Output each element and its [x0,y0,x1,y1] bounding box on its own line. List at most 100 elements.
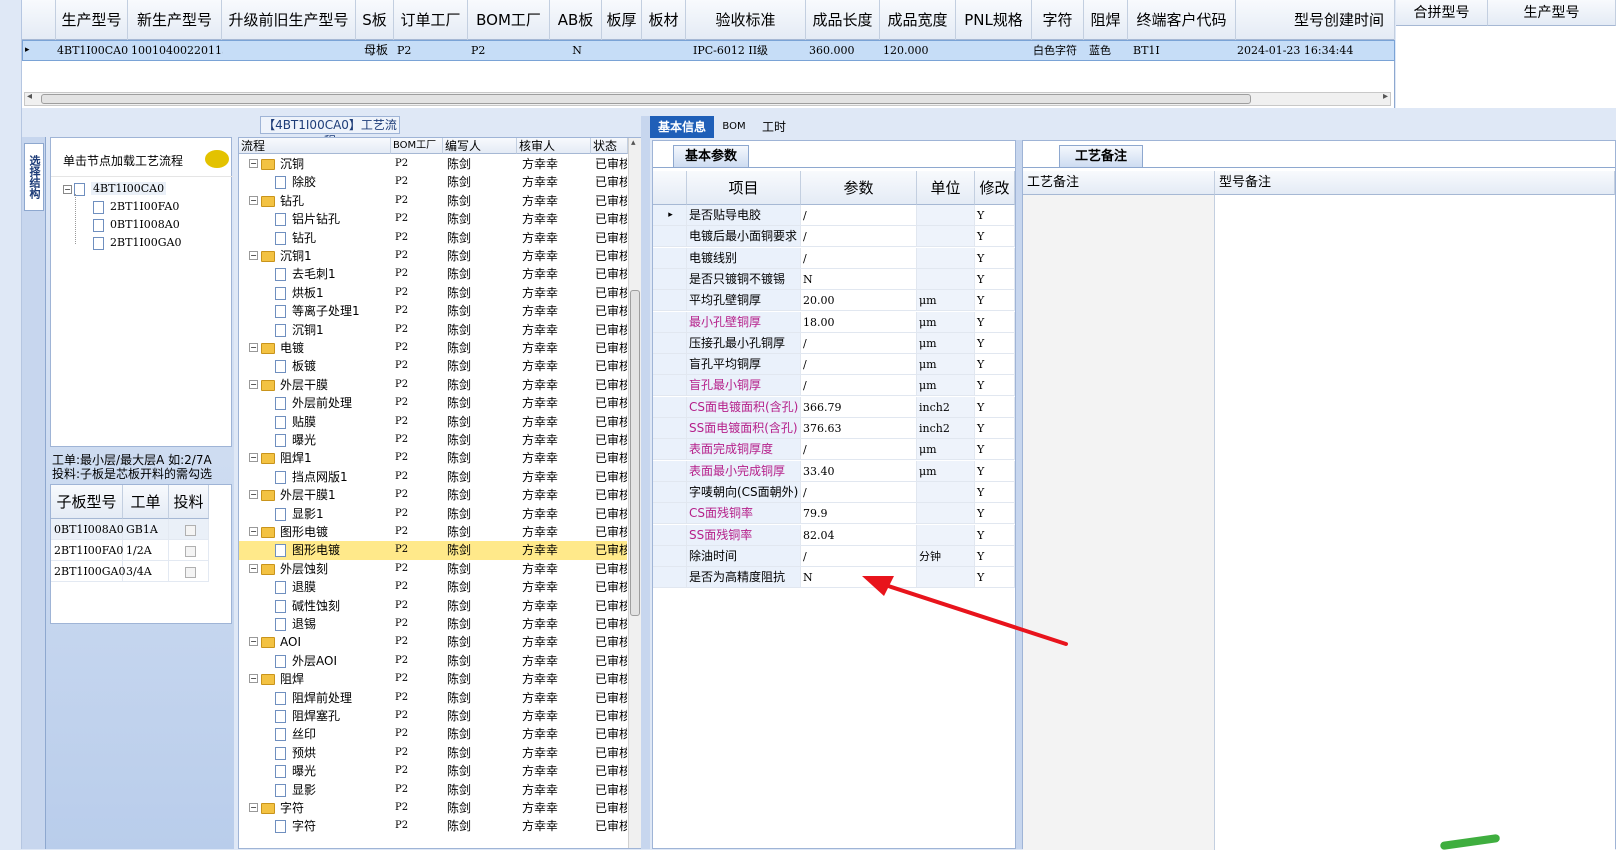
process-row[interactable]: 曝光 P2 陈剑 方幸幸 已审核 [239,762,627,780]
cell-pnl[interactable] [957,41,1033,60]
param-value[interactable]: 18.00 [801,311,917,333]
param-modify[interactable]: Y [975,503,1015,525]
scrollbar-thumb[interactable] [41,94,1251,104]
tree-node-child[interactable]: 2BT1I00GA0 [93,236,182,250]
process-grid[interactable]: 流程 BOM工厂 编写人 核审人 状态 沉铜 P2 陈剑 方幸幸 已审核 − 除胶 P2 陈剑方… [238,137,641,849]
process-row[interactable]: 去毛刺1 P2 陈剑 方幸幸 已审核 [239,265,627,283]
col-pnl[interactable]: PNL规格 [956,0,1032,40]
collapse-icon[interactable]: − [249,674,258,684]
checkbox[interactable] [184,545,196,557]
param-modify[interactable]: Y [975,247,1015,269]
param-row[interactable]: CS面电镀面积(含孔) 366.79 inch2 Y [653,396,1015,418]
tab-hours[interactable]: 工时 [754,116,794,138]
col-bom-factory[interactable]: BOM工厂 [391,138,443,154]
process-row[interactable]: 钻孔 P2 陈剑 方幸幸 已审核 − [239,192,627,210]
tab-basic-info[interactable]: 基本信息 [650,116,714,138]
col-customer[interactable]: 终端客户代码 [1128,0,1236,40]
process-row[interactable]: 挡点网版1 P2 陈剑 方幸幸 已审核 [239,468,627,486]
cell-bom-factory[interactable]: P2 [471,41,551,60]
process-row[interactable]: 贴膜 P2 陈剑 方幸幸 已审核 [239,413,627,431]
process-row[interactable]: 丝印 P2 陈剑 方幸幸 已审核 [239,725,627,743]
param-modify[interactable]: Y [975,226,1015,248]
cell-mask[interactable]: 蓝色 [1089,41,1129,60]
col-width[interactable]: 成品宽度 [880,0,956,40]
scroll-right-icon[interactable]: ▸ [1383,91,1388,102]
param-row[interactable]: 电镀后最小面铜要求 / Y [653,226,1015,248]
col-bom-factory[interactable]: BOM工厂 [468,0,550,40]
collapse-icon[interactable]: − [249,527,258,536]
collapse-icon[interactable]: − [249,490,258,500]
param-row[interactable]: 盲孔最小铜厚 / μm Y [653,375,1015,397]
col-merge-model[interactable]: 合拼型号 [1396,0,1488,26]
param-value[interactable]: 33.40 [801,460,917,482]
col-process-note[interactable]: 工艺备注 [1023,171,1215,195]
process-row[interactable]: 退锡 P2 陈剑 方幸幸 已审核 [239,615,627,633]
scroll-left-icon[interactable]: ◂ [27,91,32,102]
process-row[interactable]: 除胶 P2 陈剑 方幸幸 已审核 [239,173,627,191]
cell-thickness[interactable] [603,41,643,60]
col-modify[interactable]: 修改 [975,171,1015,205]
param-value[interactable]: 20.00 [801,290,917,312]
col-writer[interactable]: 编写人 [443,138,517,154]
process-row[interactable]: 铝片钻孔 P2 陈剑 方幸幸 已审核 [239,210,627,228]
param-value[interactable]: / [801,332,917,354]
param-modify[interactable]: Y [975,375,1015,397]
process-row[interactable]: AOI P2 陈剑 方幸幸 已审核 − [239,633,627,651]
param-value[interactable]: N [801,268,917,290]
col-created[interactable]: 型号创建时间 [1236,0,1395,40]
scroll-up-icon[interactable]: ▴ [631,138,636,148]
sub-row-feed[interactable] [169,540,209,561]
col-prod-no[interactable]: 生产型号 [56,0,128,40]
param-value[interactable]: 366.79 [801,396,917,418]
param-modify[interactable]: Y [975,481,1015,503]
col-model-note[interactable]: 型号备注 [1215,171,1615,195]
param-modify[interactable]: Y [975,311,1015,333]
col-ab[interactable]: AB板 [550,0,602,40]
col-sub-model[interactable]: 子板型号 [51,485,123,519]
cell-standard[interactable]: IPC-6012 II级 [693,41,807,60]
collapse-icon[interactable]: − [249,343,258,352]
param-row[interactable]: 电镀线别 / Y [653,247,1015,269]
sub-row-model[interactable]: 0BT1I008A0 [51,519,124,540]
col-item[interactable]: 项目 [687,171,801,205]
param-row[interactable]: CS面残铜率 79.9 Y [653,503,1015,525]
param-value[interactable]: / [801,481,917,503]
col-standard[interactable]: 验收标准 [686,0,806,40]
col-material[interactable]: 板材 [642,0,686,40]
col-flow[interactable]: 流程 [239,138,391,154]
tree-node-child[interactable]: 2BT1I00FA0 [93,200,179,214]
param-value[interactable]: / [801,354,917,376]
col-char[interactable]: 字符 [1032,0,1084,40]
process-row[interactable]: 外层干膜 P2 陈剑 方幸幸 已审核 − [239,376,627,394]
structure-tree[interactable]: 单击节点加载工艺流程 −4BT1I00CA0 2BT1I00FA0 0BT1I0… [50,137,233,447]
cell-ab[interactable]: N [551,41,603,60]
sub-row-model[interactable]: 2BT1I00GA0 [51,561,126,582]
param-value[interactable]: / [801,205,917,226]
cell-char[interactable]: 白色字符 [1033,41,1085,60]
param-row[interactable]: 表面完成铜厚度 / μm Y [653,439,1015,461]
param-modify[interactable]: Y [975,354,1015,376]
horizontal-splitter[interactable] [0,108,1616,116]
process-note-textarea[interactable] [1023,195,1215,850]
process-row[interactable]: 退膜 P2 陈剑 方幸幸 已审核 [239,578,627,596]
cell-order-factory[interactable]: P2 [397,41,469,60]
collapse-icon[interactable]: − [249,195,258,205]
cell-length[interactable]: 360.000 [809,41,881,60]
col-unit[interactable]: 单位 [917,171,975,205]
tree-node-child[interactable]: 0BT1I008A0 [93,218,180,232]
scrollbar-thumb[interactable] [630,290,640,616]
model-grid-hscrollbar[interactable]: ◂ ▸ [24,91,1391,106]
process-row[interactable]: 阻焊塞孔 P2 陈剑 方幸幸 已审核 [239,707,627,725]
cell-new-no[interactable]: 10010400220115 [131,41,223,60]
col-old-no[interactable]: 升级前旧生产型号 [222,0,356,40]
model-note-textarea[interactable] [1215,195,1615,850]
col-length[interactable]: 成品长度 [806,0,880,40]
sub-board-grid[interactable]: 子板型号 工单 投料 0BT1I008A0 GB1A 2BT1I00FA0 1/… [50,484,232,624]
process-row[interactable]: 阻焊前处理 P2 陈剑 方幸幸 已审核 [239,689,627,707]
process-row[interactable]: 钻孔 P2 陈剑 方幸幸 已审核 [239,229,627,247]
process-row[interactable]: 碱性蚀刻 P2 陈剑 方幸幸 已审核 [239,597,627,615]
process-row[interactable]: 阻焊 P2 陈剑 方幸幸 已审核 − [239,670,627,688]
col-sub-feed[interactable]: 投料 [169,485,209,519]
col-reviewer[interactable]: 核审人 [517,138,591,154]
process-row[interactable]: 字符 P2 陈剑 方幸幸 已审核 − [239,799,627,817]
